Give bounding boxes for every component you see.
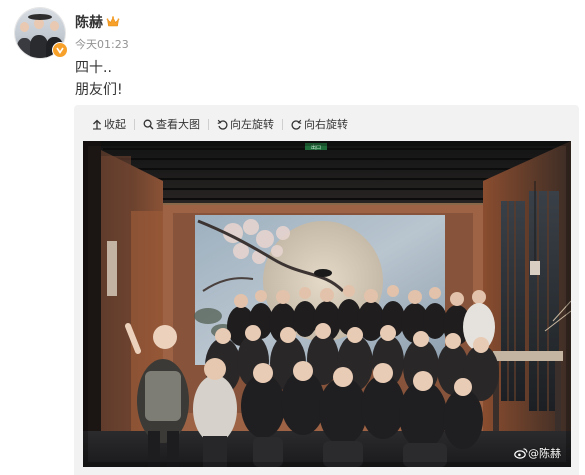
author-name[interactable]: 陈赫: [75, 14, 103, 32]
crown-icon: [106, 14, 120, 33]
weibo-logo-icon: [514, 448, 528, 459]
verified-badge-icon: [52, 42, 68, 58]
rotate-left-button[interactable]: 向左旋转: [217, 116, 274, 132]
photo-watermark: @陈赫: [514, 445, 561, 461]
post-time[interactable]: 今天01:23: [75, 38, 129, 52]
post-text-line-2: 朋友们!: [75, 82, 123, 98]
rotate-right-label: 向右旋转: [304, 118, 348, 131]
view-large-label: 查看大图: [156, 118, 200, 131]
weibo-post: 陈赫 今天01:23 四十.. 朋友们! 收起 查看大图 向左旋转 向右旋转 出…: [0, 0, 585, 475]
toolbar-divider: [134, 118, 135, 130]
arrow-up-icon: [93, 119, 101, 130]
rotate-right-icon: [291, 119, 302, 130]
collapse-button[interactable]: 收起: [92, 116, 126, 132]
view-large-button[interactable]: 查看大图: [143, 116, 200, 132]
search-icon: [143, 119, 154, 129]
watermark-text: @陈赫: [528, 447, 561, 460]
toolbar-divider: [208, 118, 209, 130]
collapse-label: 收起: [104, 118, 126, 131]
rotate-left-icon: [217, 119, 228, 130]
post-photo[interactable]: 出口 @陈赫: [83, 141, 571, 467]
toolbar-divider: [282, 118, 283, 130]
media-toolbar: 收起 查看大图 向左旋转 向右旋转: [92, 115, 348, 133]
media-panel: 收起 查看大图 向左旋转 向右旋转 出口 @陈赫: [74, 105, 579, 475]
group-photo-image: 出口: [83, 141, 571, 467]
rotate-right-button[interactable]: 向右旋转: [291, 116, 348, 132]
rotate-left-label: 向左旋转: [230, 118, 274, 131]
post-text-line-1: 四十..: [75, 60, 112, 76]
